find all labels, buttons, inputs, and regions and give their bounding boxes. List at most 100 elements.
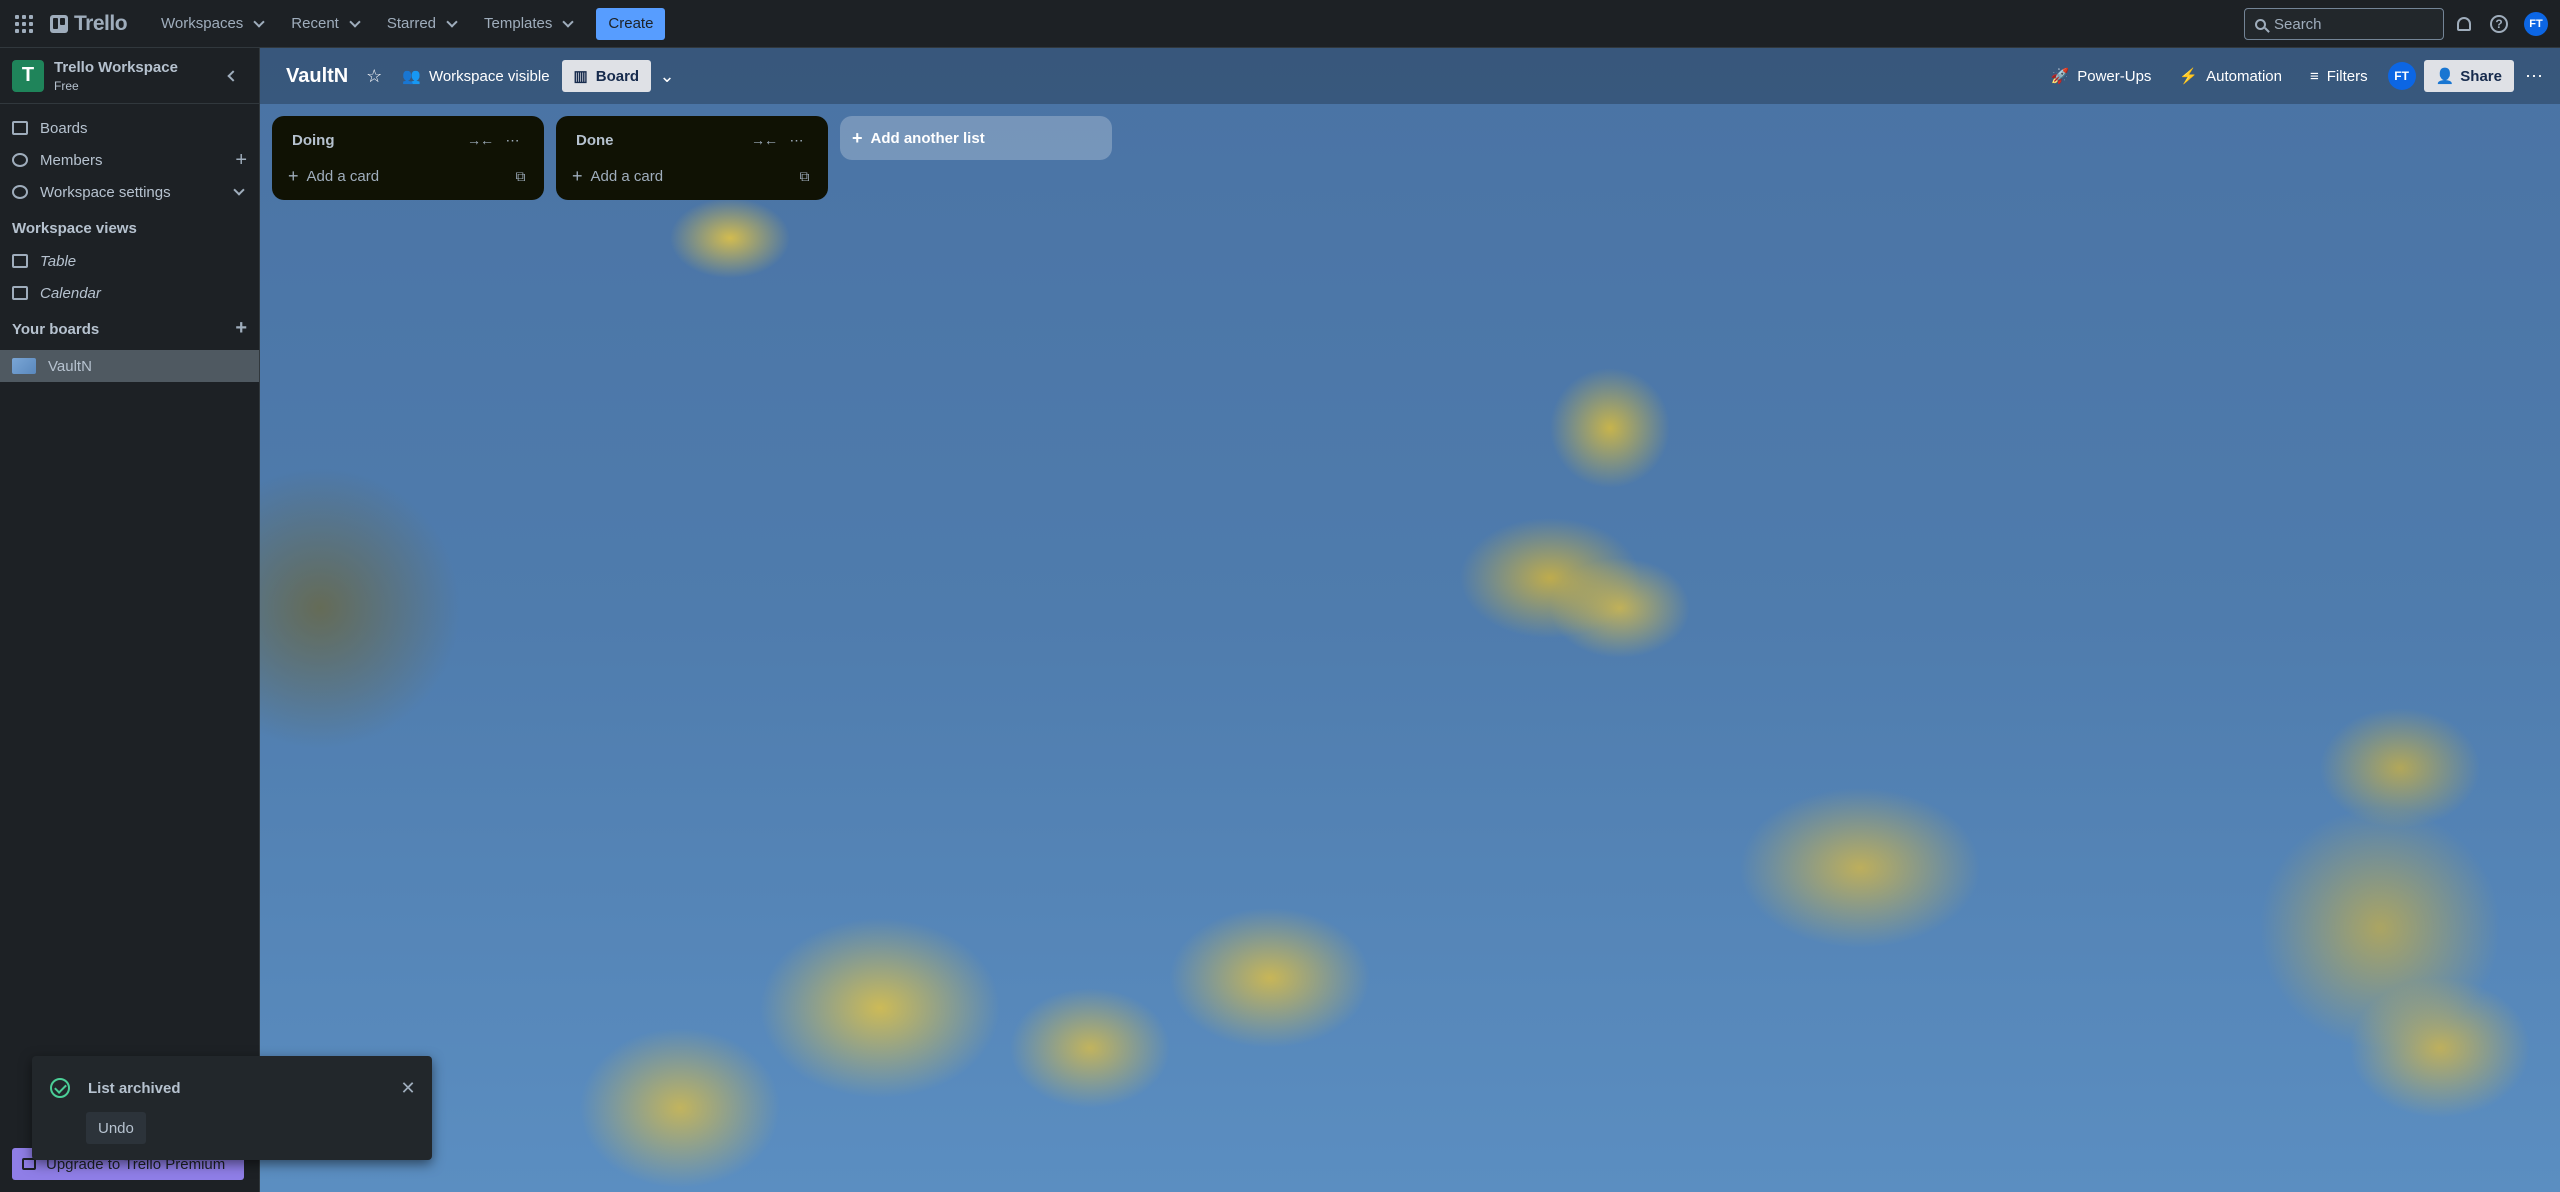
lists-container: Doing →← ⋯ + Add a card ⧉ Done →← ⋯ + Ad… [272, 116, 1112, 200]
sidebar-item-workspace-settings[interactable]: Workspace settings [0, 176, 259, 208]
trello-logo[interactable]: Trello [50, 11, 128, 36]
add-card-button[interactable]: + Add a card [288, 160, 504, 192]
chevron-down-icon [562, 15, 575, 28]
powerups-label: Power-Ups [2077, 67, 2152, 85]
search-input[interactable] [2274, 15, 2434, 33]
board-title[interactable]: VaultN [276, 65, 358, 88]
workspace-name[interactable]: Trello Workspace [54, 59, 178, 76]
account-avatar[interactable]: FT [2524, 12, 2548, 36]
automation-button[interactable]: ⚡ Automation [2167, 60, 2294, 92]
help-icon[interactable]: ? [2487, 12, 2511, 36]
people-icon: 👥 [402, 68, 421, 85]
sidebar-item-label: Table [40, 252, 77, 270]
add-list-label: Add another list [870, 129, 985, 147]
add-member-icon[interactable]: + [235, 149, 247, 172]
sidebar-board-vaultn[interactable]: VaultN [0, 350, 259, 382]
create-from-template-icon[interactable]: ⧉ [504, 160, 536, 192]
sidebar-item-label: Members [40, 151, 103, 169]
filters-label: Filters [2326, 67, 2368, 85]
plus-icon: + [288, 165, 299, 186]
workspace-avatar[interactable]: T [12, 59, 44, 92]
customize-views-icon[interactable]: ⌄ [651, 60, 683, 92]
table-icon [12, 254, 28, 268]
sidebar-item-calendar[interactable]: Calendar [0, 277, 259, 309]
your-boards-heading: Your boards + [0, 309, 259, 346]
automation-label: Automation [2206, 67, 2282, 85]
trello-logo-text: Trello [74, 11, 128, 35]
share-icon: 👤 [2435, 68, 2455, 85]
templates-label: Templates [484, 15, 553, 32]
filters-button[interactable]: ≡ Filters [2298, 60, 2380, 92]
close-icon[interactable]: ✕ [396, 1076, 420, 1100]
sidebar: T Trello Workspace Free Boards Members +… [0, 48, 260, 1192]
collapse-list-icon[interactable]: →← [748, 124, 780, 156]
share-label: Share [2460, 67, 2502, 85]
top-navigation: Trello Workspaces Recent Starred Templat… [0, 0, 2560, 48]
more-options-icon[interactable]: ⋯ [2518, 60, 2550, 92]
chevron-down-icon [446, 15, 458, 28]
sidebar-item-label: Boards [40, 119, 88, 137]
powerups-button[interactable]: 🚀 Power-Ups [2039, 60, 2164, 92]
boards-icon [12, 121, 28, 135]
collapse-list-icon[interactable]: →← [464, 124, 496, 156]
starred-menu[interactable]: Starred [373, 8, 470, 40]
success-check-icon [50, 1078, 70, 1098]
list-title[interactable]: Done [576, 132, 748, 149]
list-title[interactable]: Doing [292, 132, 464, 149]
app-switcher-icon[interactable] [12, 12, 36, 36]
members-icon [12, 153, 28, 167]
sidebar-item-label: Workspace settings [40, 183, 171, 201]
list-actions-icon[interactable]: ⋯ [496, 124, 528, 156]
chevron-down-icon [349, 15, 361, 28]
list-doing[interactable]: Doing →← ⋯ + Add a card ⧉ [272, 116, 544, 200]
trello-logo-icon [50, 14, 68, 33]
workspaces-label: Workspaces [161, 15, 244, 32]
recent-menu[interactable]: Recent [277, 8, 373, 40]
search-box[interactable] [2244, 8, 2444, 40]
visibility-label: Workspace visible [428, 67, 550, 85]
add-card-button[interactable]: + Add a card [572, 160, 788, 192]
board-icon: ▥ [573, 68, 588, 85]
templates-menu[interactable]: Templates [470, 8, 586, 40]
sidebar-item-label: Calendar [40, 284, 101, 302]
sidebar-item-table[interactable]: Table [0, 245, 259, 277]
create-from-template-icon[interactable]: ⧉ [788, 160, 820, 192]
gear-icon [12, 185, 28, 199]
starred-label: Starred [386, 15, 437, 32]
list-actions-icon[interactable]: ⋯ [780, 124, 812, 156]
add-card-label: Add a card [306, 167, 380, 185]
add-card-label: Add a card [590, 167, 664, 185]
workspace-plan: Free [54, 78, 79, 93]
sidebar-item-members[interactable]: Members + [0, 144, 259, 176]
calendar-icon [12, 286, 28, 300]
share-button[interactable]: 👤 Share [2423, 60, 2514, 92]
plus-icon: + [852, 127, 863, 148]
sidebar-item-boards[interactable]: Boards [0, 112, 259, 144]
list-done[interactable]: Done →← ⋯ + Add a card ⧉ [556, 116, 828, 200]
workspace-views-heading: Workspace views [12, 220, 137, 237]
add-board-icon[interactable]: + [235, 317, 247, 340]
board-thumbnail [12, 358, 36, 374]
visibility-button[interactable]: 👥 Workspace visible [390, 60, 561, 92]
chevron-down-icon [253, 15, 265, 28]
create-button[interactable]: Create [596, 7, 666, 40]
add-list-button[interactable]: + Add another list [840, 116, 1112, 160]
plus-icon: + [572, 165, 583, 186]
board-view-button[interactable]: ▥ Board [561, 60, 652, 92]
collapse-sidebar-button[interactable] [219, 62, 247, 90]
board-header: VaultN ☆ 👥 Workspace visible ▥ Board ⌄ 🚀… [260, 48, 2560, 104]
star-icon[interactable]: ☆ [358, 60, 390, 92]
board-view-label: Board [595, 67, 640, 85]
undo-button[interactable]: Undo [86, 1112, 146, 1144]
rocket-icon: 🚀 [2050, 68, 2070, 85]
chevron-left-icon [227, 69, 239, 82]
notifications-icon[interactable] [2452, 12, 2476, 36]
chevron-down-icon [233, 184, 245, 196]
workspace-header: T Trello Workspace Free [0, 48, 259, 104]
toast-message: List archived [88, 1080, 181, 1097]
search-icon [2255, 18, 2266, 30]
workspaces-menu[interactable]: Workspaces [147, 8, 277, 40]
sidebar-board-label: VaultN [48, 357, 92, 375]
recent-label: Recent [291, 15, 339, 32]
member-avatar[interactable]: FT [2387, 62, 2416, 90]
